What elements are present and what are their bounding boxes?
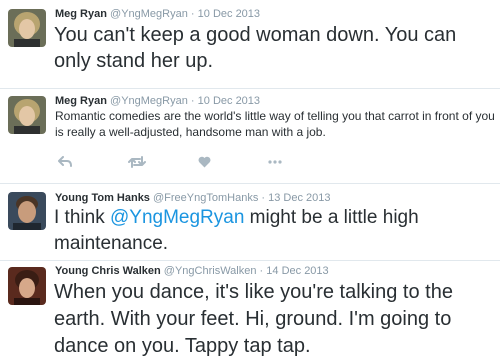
- avatar[interactable]: [8, 192, 46, 230]
- more-icon: [268, 160, 282, 164]
- tweet-actions: [58, 155, 338, 169]
- tweet-3: Young Tom Hanks @FreeYngTomHanks · 13 De…: [0, 184, 500, 260]
- author-handle[interactable]: @FreeYngTomHanks: [153, 192, 258, 204]
- tweet-header: Meg Ryan @YngMegRyan · 10 Dec 2013: [55, 95, 260, 108]
- avatar[interactable]: [8, 9, 46, 47]
- tweet-4: Young Chris Walken @YngChrisWalken · 14 …: [0, 261, 500, 357]
- reply-button[interactable]: [58, 155, 128, 169]
- favorite-button[interactable]: [198, 155, 268, 169]
- tweet-header: Meg Ryan @YngMegRyan · 10 Dec 2013: [55, 8, 260, 21]
- reply-icon: [58, 156, 72, 167]
- retweet-icon: [128, 156, 146, 168]
- author-name[interactable]: Meg Ryan: [55, 95, 107, 107]
- mention-link[interactable]: @YngMegRyan: [110, 207, 244, 228]
- tweet-2: Meg Ryan @YngMegRyan · 10 Dec 2013 Roman…: [0, 89, 500, 183]
- tweet-text: Romantic comedies are the world's little…: [55, 109, 495, 139]
- tweet-text-start: I think: [54, 207, 110, 228]
- avatar-photo-icon: [8, 192, 46, 230]
- separator: ·: [190, 95, 195, 107]
- tweet-text: You can't keep a good woman down. You ca…: [54, 24, 457, 72]
- avatar[interactable]: [8, 96, 46, 134]
- separator: ·: [259, 265, 264, 277]
- avatar-photo-icon: [8, 9, 46, 47]
- tweet-date[interactable]: 10 Dec 2013: [198, 95, 260, 107]
- tweet-text: When you dance, it's like you're talking…: [54, 281, 453, 357]
- separator: ·: [190, 8, 195, 20]
- retweet-button[interactable]: [128, 155, 198, 169]
- tweet-header: Young Tom Hanks @FreeYngTomHanks · 13 De…: [55, 192, 331, 205]
- author-handle[interactable]: @YngMegRyan: [110, 95, 188, 107]
- avatar-photo-icon: [8, 267, 46, 305]
- avatar-photo-icon: [8, 96, 46, 134]
- author-name[interactable]: Young Tom Hanks: [55, 192, 150, 204]
- author-name[interactable]: Young Chris Walken: [55, 265, 161, 277]
- tweet-1: Meg Ryan @YngMegRyan · 10 Dec 2013 You c…: [0, 0, 500, 88]
- tweet-text: I think @YngMegRyan might be a little hi…: [54, 205, 494, 257]
- favorite-icon: [198, 156, 211, 168]
- author-handle[interactable]: @YngChrisWalken: [164, 265, 257, 277]
- avatar[interactable]: [8, 267, 46, 305]
- tweet-date[interactable]: 13 Dec 2013: [268, 192, 330, 204]
- separator: ·: [261, 192, 266, 204]
- tweet-header: Young Chris Walken @YngChrisWalken · 14 …: [55, 265, 329, 278]
- tweet-date[interactable]: 10 Dec 2013: [198, 8, 260, 20]
- tweet-date[interactable]: 14 Dec 2013: [266, 265, 328, 277]
- more-button[interactable]: [268, 155, 338, 169]
- author-handle[interactable]: @YngMegRyan: [110, 8, 188, 20]
- author-name[interactable]: Meg Ryan: [55, 8, 107, 20]
